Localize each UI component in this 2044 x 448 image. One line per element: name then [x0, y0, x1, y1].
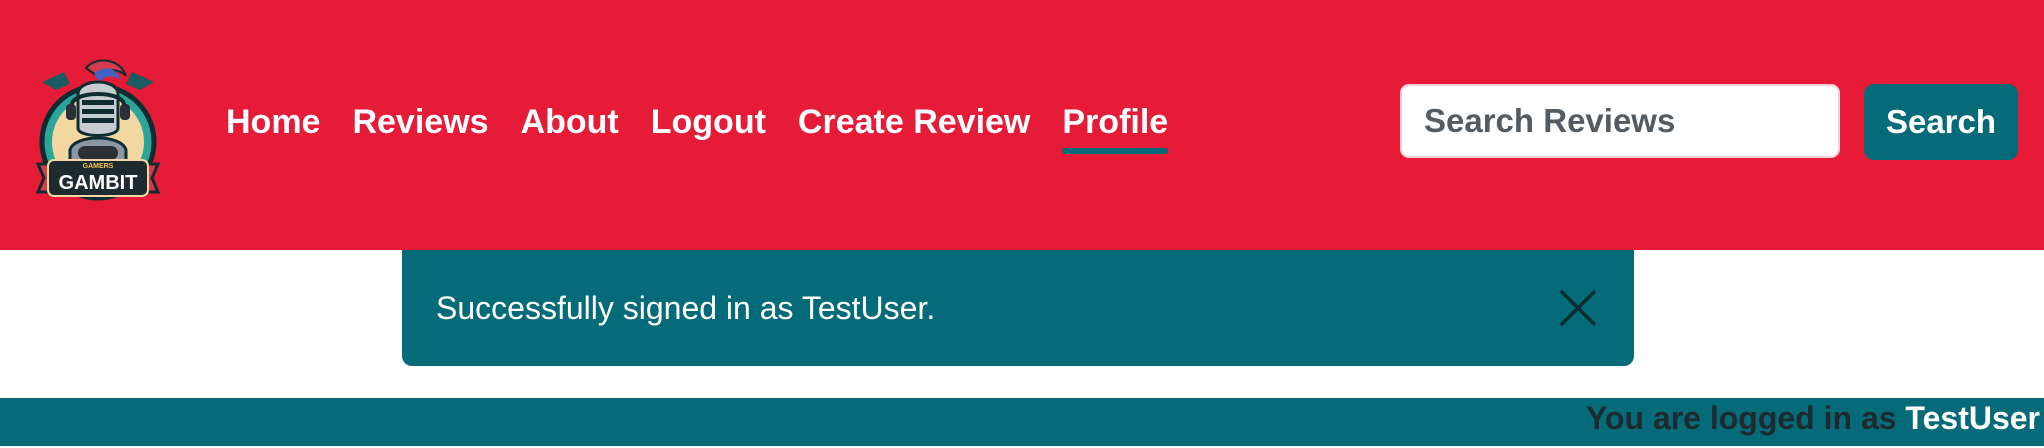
nav-home[interactable]: Home — [226, 103, 320, 142]
svg-text:GAMERS: GAMERS — [83, 163, 114, 170]
nav-about[interactable]: About — [521, 103, 619, 142]
alert-message: Successfully signed in as TestUser. — [436, 289, 936, 326]
close-icon[interactable] — [1558, 288, 1598, 328]
nav-reviews[interactable]: Reviews — [352, 103, 488, 142]
login-status: You are logged in as TestUser — [1586, 400, 2040, 437]
nav-create-review[interactable]: Create Review — [798, 103, 1030, 142]
nav-profile[interactable]: Profile — [1062, 103, 1168, 154]
site-header: GAMERS GAMBIT Home Reviews About Logout … — [0, 0, 2044, 250]
main-nav: Home Reviews About Logout Create Review … — [226, 92, 1168, 154]
search-input[interactable] — [1400, 84, 1840, 158]
login-status-bar: You are logged in as TestUser — [0, 398, 2044, 446]
success-alert: Successfully signed in as TestUser. — [402, 250, 1634, 366]
nav-logout[interactable]: Logout — [651, 103, 766, 142]
login-status-username: TestUser — [1905, 400, 2040, 436]
gamers-gambit-logo[interactable]: GAMERS GAMBIT — [34, 54, 162, 206]
search-button[interactable]: Search — [1864, 84, 2018, 160]
svg-text:GAMBIT: GAMBIT — [59, 172, 138, 194]
login-status-prefix: You are logged in as — [1585, 400, 1897, 436]
